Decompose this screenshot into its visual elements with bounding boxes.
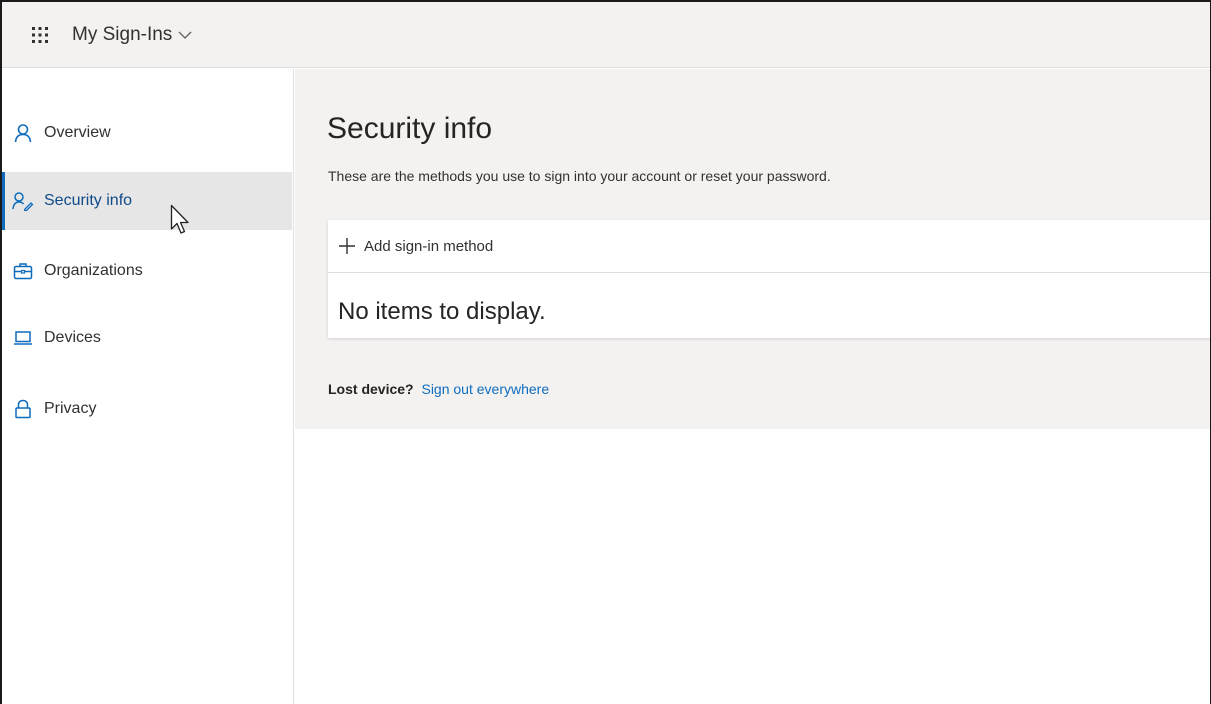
empty-state-message: No items to display. — [338, 298, 546, 325]
sidebar-item-label: Organizations — [44, 262, 143, 279]
sidebar-item-security-info[interactable]: Security info — [2, 172, 292, 230]
lock-icon — [12, 398, 34, 420]
sidebar-item-devices[interactable]: Devices — [2, 309, 292, 367]
sign-in-methods-card: Add sign-in method No items to display. — [328, 220, 1210, 338]
laptop-icon — [12, 327, 34, 349]
page-title: Security info — [327, 112, 493, 145]
app-window: My Sign-Ins Overview Security info Organ… — [0, 0, 1211, 704]
sidebar-item-organizations[interactable]: Organizations — [2, 242, 292, 300]
main-content: Security info These are the methods you … — [295, 69, 1210, 429]
top-bar: My Sign-Ins — [2, 2, 1210, 68]
sidebar-item-label: Devices — [44, 329, 101, 346]
lost-device-row: Lost device? Sign out everywhere — [328, 381, 549, 397]
page-subtitle: These are the methods you use to sign in… — [328, 168, 831, 184]
sidebar-item-privacy[interactable]: Privacy — [2, 380, 292, 438]
app-title-dropdown[interactable]: My Sign-Ins — [72, 24, 192, 46]
briefcase-icon — [12, 260, 34, 282]
add-sign-in-method-button[interactable]: Add sign-in method — [328, 220, 1210, 273]
sidebar-nav: Overview Security info Organizations Dev… — [2, 69, 294, 704]
sign-out-everywhere-link[interactable]: Sign out everywhere — [421, 381, 549, 397]
person-icon — [12, 122, 34, 144]
lost-device-label: Lost device? — [328, 381, 414, 397]
sidebar-item-label: Security info — [44, 192, 133, 209]
sidebar-item-overview[interactable]: Overview — [2, 104, 292, 162]
plus-icon — [338, 237, 356, 255]
sidebar-item-label: Privacy — [44, 400, 97, 417]
chevron-down-icon — [178, 30, 192, 40]
app-launcher-icon[interactable] — [20, 15, 60, 55]
add-sign-in-method-label: Add sign-in method — [364, 237, 494, 255]
sidebar-item-label: Overview — [44, 124, 111, 141]
security-person-icon — [12, 190, 34, 212]
app-title: My Sign-Ins — [72, 23, 173, 45]
